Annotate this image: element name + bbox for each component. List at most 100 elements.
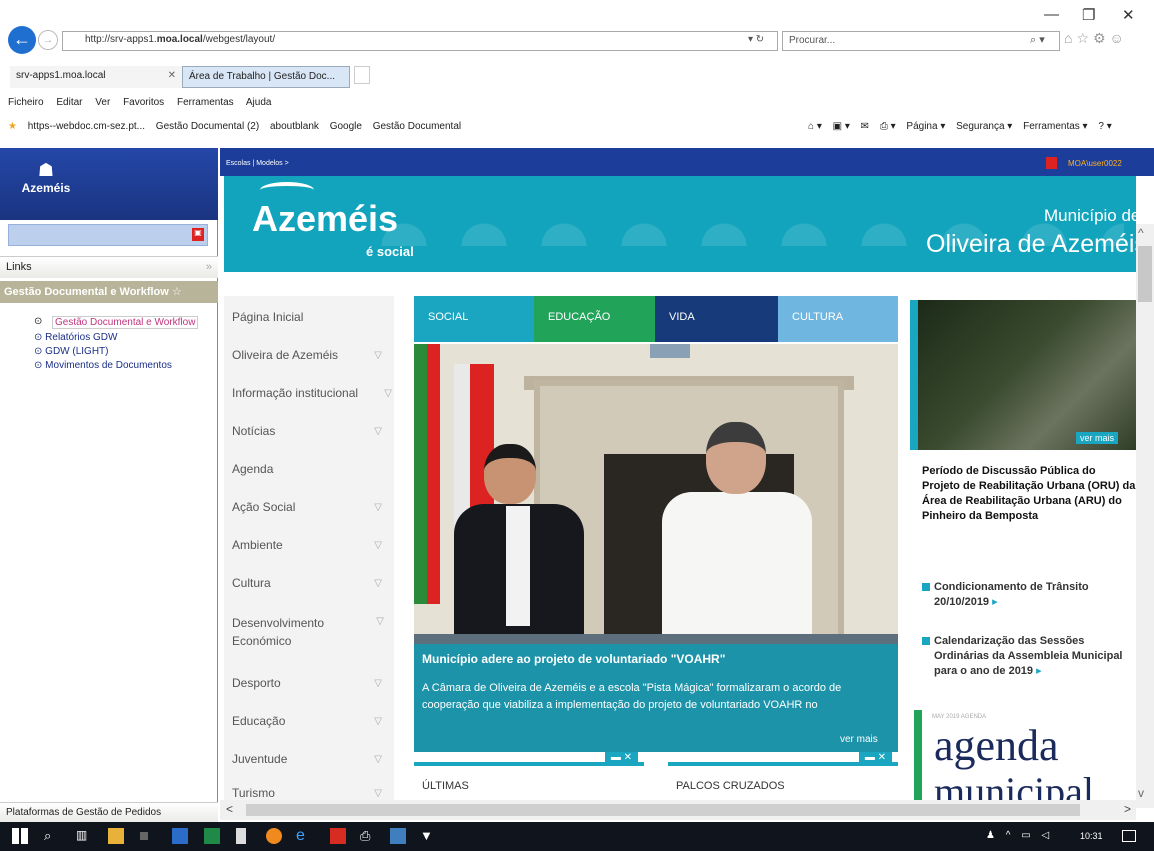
excel-icon[interactable] [204, 828, 220, 844]
clock[interactable]: 10:31 [1080, 831, 1103, 841]
fav-gestao-2[interactable]: Gestão Documental (2) [156, 121, 259, 132]
task-view-icon[interactable]: ▥ [76, 828, 92, 844]
notifications-icon[interactable] [1122, 830, 1136, 842]
menu-favorites[interactable]: Favoritos [123, 97, 164, 108]
news-headline[interactable]: Período de Discussão Pública do Projeto … [922, 464, 1136, 524]
news-thumbnail[interactable] [910, 300, 1136, 450]
ie-icon[interactable]: e [296, 828, 312, 844]
address-bar[interactable]: http://srv-apps1.moa.local/webgest/layou… [62, 31, 778, 51]
app-icon[interactable] [140, 832, 148, 840]
menu-item-educacao[interactable]: Educação ▽ [232, 714, 392, 728]
menu-item-pagina-inicial[interactable]: Página Inicial [232, 310, 392, 324]
chevron-down-icon: ▽ [374, 426, 382, 437]
tab-social[interactable]: SOCIAL [414, 296, 534, 342]
tab-area-trabalho[interactable]: Área de Trabalho | Gestão Doc... [182, 66, 350, 88]
tab-vida[interactable]: VIDA [655, 296, 778, 342]
feeds-icon[interactable]: ▣ ▾ [833, 121, 850, 132]
search-icon[interactable]: ⌕ [44, 828, 60, 844]
firefox-icon[interactable] [266, 828, 282, 844]
bottom-panel-header[interactable]: Plataformas de Gestão de Pedidos [0, 802, 218, 823]
scroll-left-icon[interactable]: < [226, 802, 233, 816]
news-link-calendarizacao[interactable]: Calendarização das Sessões Ordinárias da… [922, 634, 1136, 679]
caption-title[interactable]: Município adere ao projeto de voluntaria… [422, 652, 725, 666]
menu-edit[interactable]: Editar [56, 97, 82, 108]
horizontal-scroll-thumb[interactable] [246, 804, 1080, 816]
link-gestao-documental[interactable]: Gestão Documental e Workflow [52, 316, 199, 329]
menu-item-juventude[interactable]: Juventude ▽ [232, 752, 392, 766]
vertical-scroll-thumb[interactable] [1138, 246, 1152, 302]
fav-google[interactable]: Google [330, 121, 362, 132]
cmd-page[interactable]: Página ▾ [906, 121, 945, 132]
star-icon[interactable]: ★ [8, 121, 17, 132]
forward-button[interactable]: → [38, 30, 58, 50]
menu-tools[interactable]: Ferramentas [177, 97, 234, 108]
home-icon[interactable]: ⌂ ▾ [808, 121, 822, 132]
acrobat-icon[interactable] [330, 828, 346, 844]
menu-item-ambiente[interactable]: Ambiente ▽ [232, 538, 392, 552]
link-movimentos[interactable]: ⊙ Movimentos de Documentos [34, 360, 172, 371]
box-controls[interactable]: ▬ ✕ [604, 752, 638, 766]
link-gdw-light[interactable]: ⊙ GDW (LIGHT) [34, 346, 109, 357]
menu-file[interactable]: Ficheiro [8, 97, 44, 108]
box-controls[interactable]: ▬ ✕ [858, 752, 892, 766]
site-logo[interactable]: Azeméis [252, 198, 398, 240]
tab-cultura[interactable]: CULTURA [778, 296, 898, 342]
carousel-photo[interactable]: Município adere ao projeto de voluntaria… [414, 344, 898, 752]
file-explorer-icon[interactable] [108, 828, 124, 844]
search-icon[interactable]: ⌕ ▾ [1030, 33, 1045, 47]
system-tray[interactable]: ♟ ^ ▭ ◁ [986, 830, 1053, 841]
scroll-right-icon[interactable]: > [1124, 802, 1131, 816]
cmd-security[interactable]: Segurança ▾ [956, 121, 1012, 132]
filter-icon[interactable]: ▼ [420, 828, 436, 844]
mail-icon[interactable]: ✉ [861, 121, 869, 132]
fav-webdoc[interactable]: https--webdoc.cm-sez.pt... [28, 121, 145, 132]
cmd-tools[interactable]: Ferramentas ▾ [1023, 121, 1087, 132]
menu-item-turismo[interactable]: Turismo ▽ [232, 786, 392, 800]
user-label[interactable]: MOA\user0022 [1068, 159, 1122, 168]
restore-icon[interactable]: ❐ [1082, 6, 1095, 24]
link-icon: ⊙ [34, 316, 43, 327]
fav-aboutblank[interactable]: aboutblank [270, 121, 319, 132]
menu-view[interactable]: Ver [95, 97, 110, 108]
help-icon[interactable]: ? ▾ [1098, 121, 1111, 132]
links-header[interactable]: Links » [0, 256, 218, 278]
close-icon[interactable]: ✕ [168, 70, 176, 81]
scroll-up-icon[interactable]: ^ [1138, 226, 1144, 240]
menu-item-desporto[interactable]: Desporto ▽ [232, 676, 392, 690]
word-icon[interactable] [172, 828, 188, 844]
notepad-icon[interactable] [236, 828, 246, 844]
menu-item-label: Oliveira de Azeméis [232, 348, 339, 362]
menu-item-acao-social[interactable]: Ação Social ▽ [232, 500, 392, 514]
menu-item-informacao[interactable]: Informação institucional ▽ [232, 386, 392, 400]
scroll-down-icon[interactable]: v [1138, 786, 1144, 800]
print-icon[interactable]: ⎙ ▾ [880, 121, 896, 132]
menu-help[interactable]: Ajuda [246, 97, 272, 108]
close-icon[interactable]: ✕ [1122, 6, 1135, 24]
fav-gestao[interactable]: Gestão Documental [373, 121, 461, 132]
toolbar-icons[interactable]: ⌂☆⚙☺ [1064, 30, 1128, 47]
menu-item-agenda[interactable]: Agenda [232, 462, 392, 476]
caption-more-link[interactable]: ver mais [840, 734, 878, 745]
start-icon[interactable] [12, 828, 28, 844]
pin-icon[interactable]: ▣ [192, 228, 204, 241]
printer-icon[interactable]: ⎙ [360, 828, 376, 844]
menu-item-oliveira[interactable]: Oliveira de Azeméis ▽ [232, 348, 392, 362]
link-relatorios[interactable]: ⊙ Relatórios GDW [34, 332, 117, 343]
search-input[interactable]: Procurar... [782, 31, 1060, 51]
menu-item-desenvolvimento[interactable]: Desenvolvimento Económico [232, 614, 342, 650]
menu-item-noticias[interactable]: Notícias ▽ [232, 424, 392, 438]
menu-item-cultura[interactable]: Cultura ▽ [232, 576, 392, 590]
thumbnail-more-link[interactable]: ver mais [1076, 432, 1119, 444]
tab-srv-apps[interactable]: srv-apps1.moa.local ✕ [10, 66, 182, 88]
back-button[interactable]: ← [8, 26, 36, 54]
tab-educacao[interactable]: EDUCAÇÃO [534, 296, 655, 342]
network-app-icon[interactable] [390, 828, 406, 844]
breadcrumb[interactable]: Escolas | Modelos > [226, 160, 289, 167]
vertical-scrollbar[interactable] [1136, 224, 1154, 808]
section-header[interactable]: Gestão Documental e Workflow ☆ [0, 281, 218, 303]
new-tab-button[interactable] [354, 66, 370, 84]
news-link-transito[interactable]: Condicionamento de Trânsito 20/10/2019 ▸ [922, 580, 1136, 610]
refresh-icon[interactable]: ▾ ↻ [748, 34, 764, 45]
minimize-icon[interactable]: — [1044, 6, 1059, 23]
menu-bar: Ficheiro Editar Ver Favoritos Ferramenta… [8, 97, 281, 108]
